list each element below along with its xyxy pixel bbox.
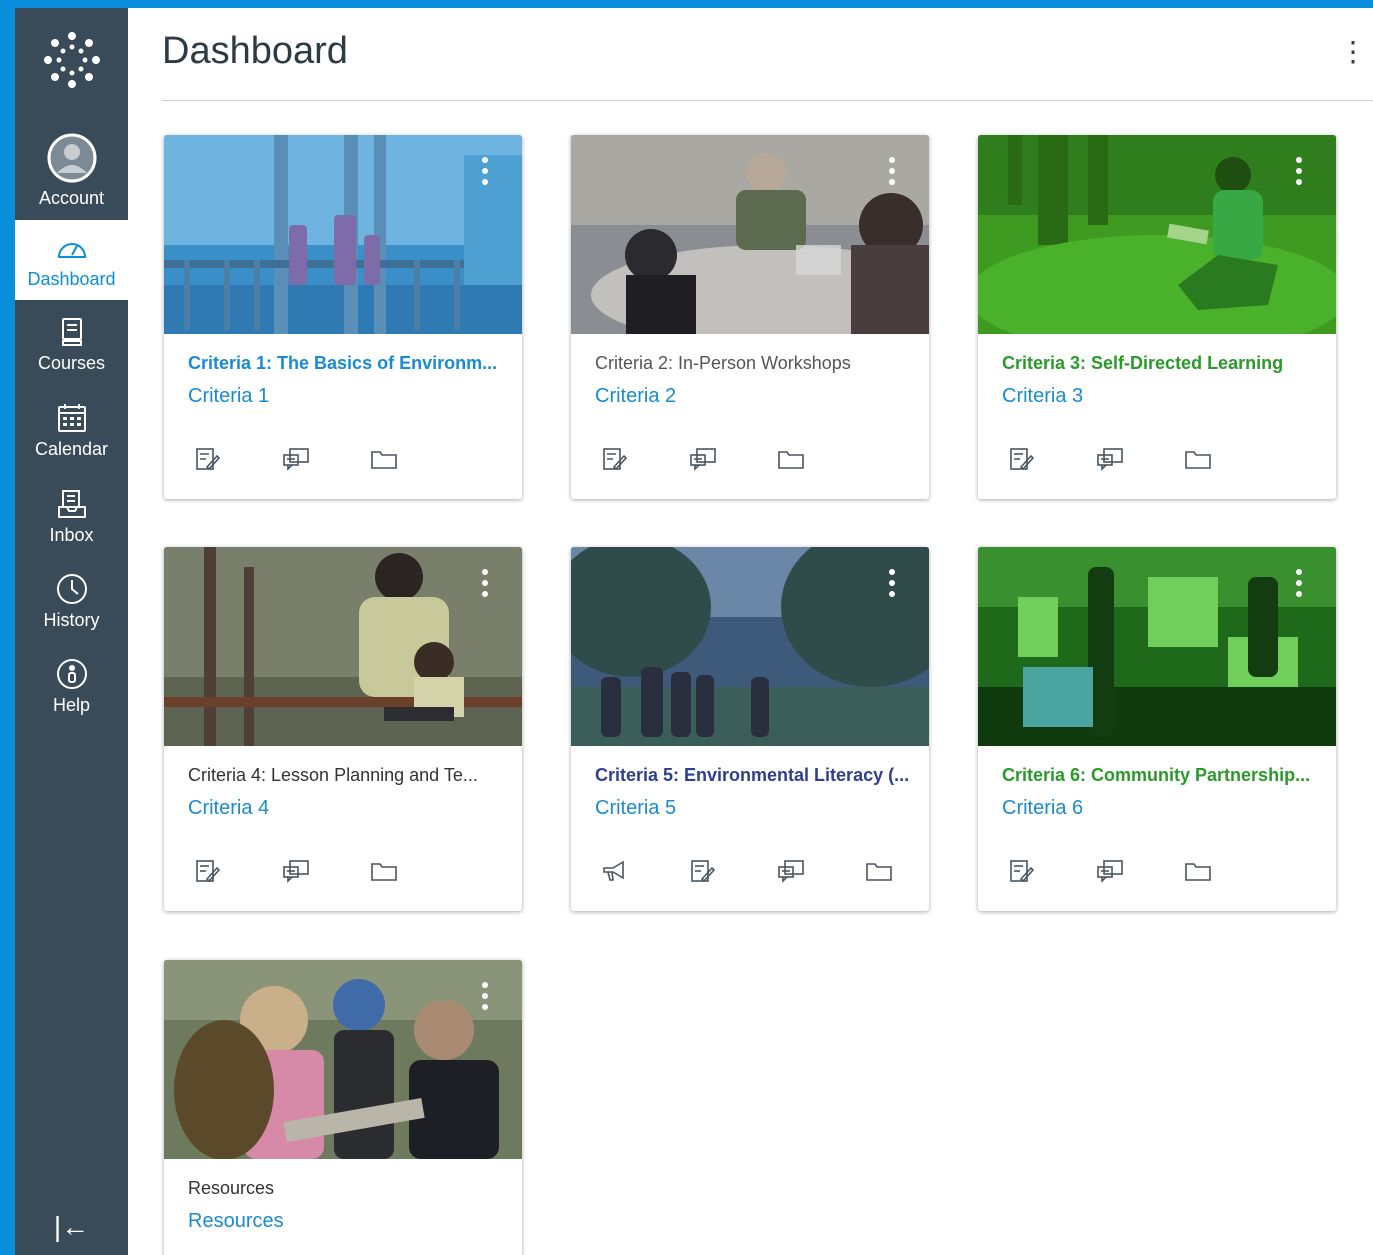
dashboard-icon — [56, 231, 88, 265]
course-code[interactable]: Criteria 5 — [595, 797, 676, 820]
course-code[interactable]: Criteria 4 — [188, 797, 269, 820]
card-actions — [192, 857, 400, 885]
nav-label: Account — [38, 187, 105, 208]
course-name[interactable]: Criteria 6: Community Partnership... — [1002, 765, 1322, 786]
course-name[interactable]: Criteria 4: Lesson Planning and Te... — [188, 765, 508, 786]
nav-dashboard[interactable]: Dashboard — [15, 220, 128, 300]
discussions-icon[interactable] — [687, 445, 719, 473]
card-actions — [1006, 445, 1214, 473]
course-name[interactable]: Resources — [188, 1178, 508, 1199]
dashboard-options-icon[interactable]: ⋮ — [1339, 38, 1367, 66]
assignments-icon[interactable] — [599, 445, 631, 473]
course-name[interactable]: Criteria 2: In-Person Workshops — [595, 353, 915, 374]
course-name[interactable]: Criteria 5: Environmental Literacy (... — [595, 765, 915, 786]
card-options-icon[interactable] — [482, 982, 488, 1010]
discussions-icon[interactable] — [280, 445, 312, 473]
course-card-criteria-2[interactable]: Criteria 2: In-Person Workshops Criteria… — [571, 135, 929, 499]
course-card-criteria-3[interactable]: Criteria 3: Self-Directed Learning Crite… — [978, 135, 1336, 499]
assignments-icon[interactable] — [1006, 445, 1038, 473]
course-card-image[interactable] — [164, 135, 522, 334]
nav-courses[interactable]: Courses — [15, 304, 128, 384]
account-icon — [47, 132, 97, 184]
course-code[interactable]: Criteria 3 — [1002, 385, 1083, 408]
course-name[interactable]: Criteria 1: The Basics of Environm... — [188, 353, 508, 374]
discussions-icon[interactable] — [1094, 445, 1126, 473]
global-nav: Account Dashboard Courses Calendar Inbox… — [15, 8, 128, 1255]
help-icon — [56, 657, 88, 691]
assignments-icon[interactable] — [687, 857, 719, 885]
course-card-image[interactable] — [571, 135, 929, 334]
card-actions — [599, 445, 807, 473]
course-code[interactable]: Criteria 1 — [188, 385, 269, 408]
assignments-icon[interactable] — [192, 857, 224, 885]
nav-help[interactable]: Help — [15, 646, 128, 726]
nav-label: Dashboard — [27, 268, 116, 289]
inbox-icon — [57, 487, 87, 521]
courses-icon — [60, 315, 84, 349]
course-name[interactable]: Criteria 3: Self-Directed Learning — [1002, 353, 1322, 374]
nav-label: History — [43, 609, 100, 630]
files-icon[interactable] — [368, 857, 400, 885]
nav-inbox[interactable]: Inbox — [15, 476, 128, 556]
main-content: Dashboard ⋮ Criteria 1: The Basics of En… — [128, 8, 1373, 1255]
files-icon[interactable] — [775, 445, 807, 473]
nav-label: Calendar — [34, 438, 109, 459]
card-options-icon[interactable] — [889, 157, 895, 185]
files-icon[interactable] — [863, 857, 895, 885]
nav-label: Courses — [37, 352, 106, 373]
page-header: Dashboard ⋮ — [162, 8, 1373, 101]
collapse-nav-button[interactable]: |← — [15, 1211, 128, 1243]
card-actions — [599, 857, 895, 885]
assignments-icon[interactable] — [1006, 857, 1038, 885]
history-icon — [56, 572, 88, 606]
course-card-image[interactable] — [978, 135, 1336, 334]
card-actions — [1006, 857, 1214, 885]
collapse-icon: |← — [53, 1211, 90, 1242]
assignments-icon[interactable] — [192, 445, 224, 473]
announcements-icon[interactable] — [599, 857, 631, 885]
course-card-criteria-1[interactable]: Criteria 1: The Basics of Environm... Cr… — [164, 135, 522, 499]
files-icon[interactable] — [1182, 857, 1214, 885]
card-options-icon[interactable] — [482, 569, 488, 597]
course-code[interactable]: Criteria 2 — [595, 385, 676, 408]
page-title: Dashboard — [162, 30, 348, 72]
calendar-icon — [57, 401, 87, 435]
discussions-icon[interactable] — [775, 857, 807, 885]
discussions-icon[interactable] — [280, 857, 312, 885]
card-options-icon[interactable] — [1296, 157, 1302, 185]
card-actions — [192, 445, 400, 473]
course-code[interactable]: Criteria 6 — [1002, 797, 1083, 820]
course-card-criteria-5[interactable]: Criteria 5: Environmental Literacy (... … — [571, 547, 929, 911]
card-options-icon[interactable] — [889, 569, 895, 597]
nav-label: Help — [52, 694, 91, 715]
course-card-resources[interactable]: Resources Resources — [164, 960, 522, 1255]
canvas-logo-icon[interactable] — [15, 8, 128, 112]
files-icon[interactable] — [1182, 445, 1214, 473]
discussions-icon[interactable] — [1094, 857, 1126, 885]
course-card-image[interactable] — [164, 547, 522, 746]
files-icon[interactable] — [368, 445, 400, 473]
nav-calendar[interactable]: Calendar — [15, 390, 128, 470]
course-card-image[interactable] — [978, 547, 1336, 746]
course-code[interactable]: Resources — [188, 1210, 284, 1233]
card-options-icon[interactable] — [1296, 569, 1302, 597]
nav-history[interactable]: History — [15, 561, 128, 641]
card-options-icon[interactable] — [482, 157, 488, 185]
course-card-image[interactable] — [164, 960, 522, 1159]
course-card-criteria-4[interactable]: Criteria 4: Lesson Planning and Te... Cr… — [164, 547, 522, 911]
nav-account[interactable]: Account — [15, 120, 128, 220]
course-card-image[interactable] — [571, 547, 929, 746]
course-card-criteria-6[interactable]: Criteria 6: Community Partnership... Cri… — [978, 547, 1336, 911]
nav-label: Inbox — [49, 524, 94, 545]
